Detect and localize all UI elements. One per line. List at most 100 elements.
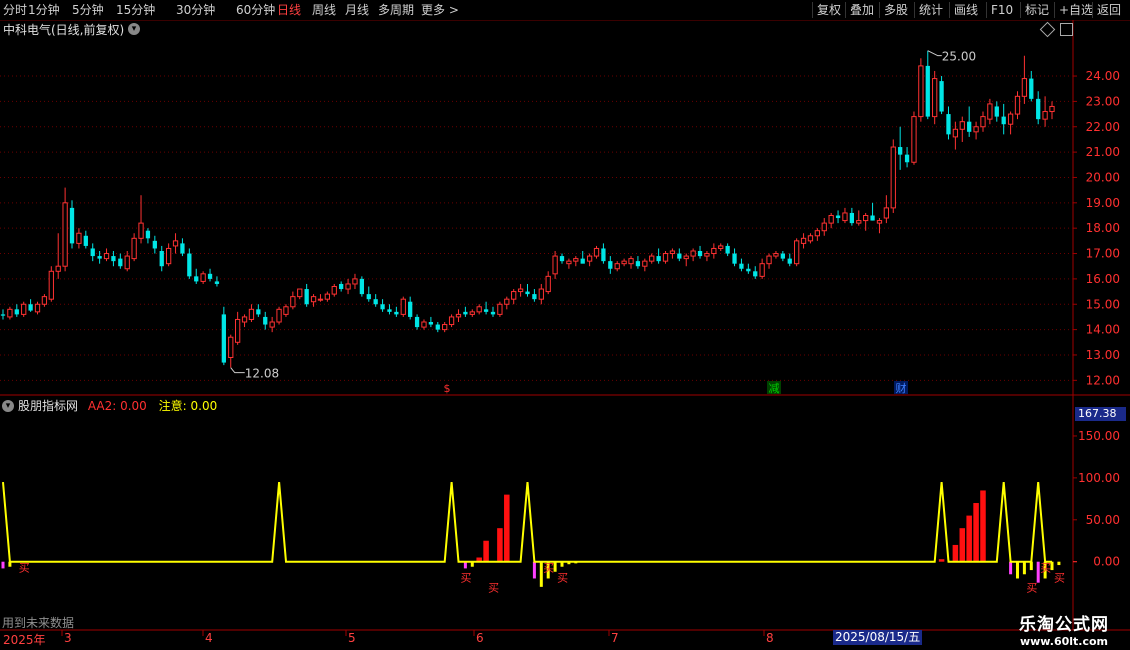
candle-body	[807, 235, 814, 242]
candle-body	[159, 251, 164, 267]
candle-body	[545, 275, 551, 293]
candle-body	[394, 311, 399, 315]
candle-body	[677, 253, 682, 259]
candle-body	[0, 314, 6, 316]
candle-body	[366, 294, 371, 300]
candle-body	[552, 255, 558, 275]
neg-bar	[1015, 561, 1019, 579]
candle-body	[7, 308, 13, 318]
buy-label: 买	[543, 562, 554, 575]
candle-body	[911, 116, 917, 163]
candle-body	[946, 114, 951, 135]
candle-body	[331, 286, 337, 295]
candle-body	[842, 212, 848, 222]
indicator-tick-label: 0.00	[1093, 555, 1120, 569]
price-tick-label: 16.00	[1086, 272, 1120, 286]
candle-body	[876, 220, 883, 224]
candle-body	[525, 291, 530, 295]
candle-body	[1029, 78, 1034, 99]
candle-body	[870, 215, 875, 221]
candle-body	[172, 240, 179, 247]
candle-body	[898, 147, 903, 155]
candle-body	[711, 247, 717, 255]
candle-body	[814, 230, 820, 237]
candle-body	[559, 256, 565, 262]
candle-body	[794, 240, 800, 265]
candle-body	[642, 260, 648, 267]
indicator-name[interactable]: 股朋指标网	[18, 399, 78, 413]
buy-label: 买	[1040, 562, 1051, 575]
candle-body	[621, 260, 627, 265]
candle-body	[925, 65, 930, 117]
candle-body	[586, 255, 593, 262]
date-axis-label: 4	[205, 631, 213, 645]
candle-body	[690, 250, 696, 257]
candle-body	[580, 258, 585, 264]
aa2-bar	[938, 559, 945, 562]
candle-body	[297, 288, 303, 298]
price-tick-label: 21.00	[1086, 145, 1120, 159]
price-tick-label: 15.00	[1086, 297, 1120, 311]
candle-body	[517, 288, 524, 293]
candle-body	[939, 81, 944, 112]
candle-body	[256, 309, 261, 315]
aa2-bar	[980, 490, 986, 562]
candle-body	[849, 212, 855, 224]
candle-body	[497, 303, 503, 315]
candle-body	[304, 289, 309, 305]
candle-body	[442, 324, 448, 331]
candle-body	[704, 253, 710, 257]
candle-body	[428, 322, 434, 325]
panel-toggle-icon[interactable]	[1060, 23, 1073, 36]
candle-body	[787, 258, 792, 264]
candle-body	[414, 316, 420, 328]
event-marker: $	[444, 382, 451, 395]
low-price-label: 12.08	[245, 367, 279, 381]
date-axis: 2025年 3 4 5 6 7 8	[0, 630, 1130, 650]
candle-body	[124, 255, 130, 270]
indicator-tick-label: 50.00	[1086, 513, 1120, 527]
candle-body	[76, 232, 82, 244]
chevron-down-icon[interactable]: ▾	[2, 400, 14, 412]
candle-body	[207, 273, 213, 279]
candle-body	[656, 256, 661, 262]
candle-body	[1001, 116, 1006, 125]
candle-body	[601, 248, 606, 262]
chart-canvas[interactable]: 25.0012.08$减财 买买买买买买买买买 12.0013.0014.001…	[0, 0, 1130, 650]
candle-body	[263, 316, 268, 325]
buy-label: 买	[1026, 582, 1037, 595]
event-marker: 减	[769, 382, 780, 395]
candle-body	[276, 308, 282, 323]
aa2-bar	[966, 515, 972, 562]
candle-body	[669, 250, 676, 255]
candle-body	[111, 256, 116, 262]
aa2-value: AA2: 0.00	[87, 399, 147, 413]
candle-body	[483, 309, 489, 312]
candle-body	[780, 253, 785, 259]
candle-body	[317, 298, 324, 301]
candle-body	[48, 270, 54, 300]
candle-body	[373, 299, 378, 305]
candle-body	[187, 253, 192, 277]
aa2-bar	[483, 540, 489, 562]
price-tick-label: 22.00	[1086, 120, 1120, 134]
candle-body	[90, 248, 95, 257]
candle-body	[180, 243, 185, 254]
candle-body	[14, 309, 19, 315]
candle-body	[608, 261, 613, 269]
price-tick-label: 19.00	[1086, 196, 1120, 210]
candle-body	[214, 281, 220, 284]
event-marker: 财	[896, 381, 907, 395]
candle-body	[746, 268, 751, 272]
candle-body	[138, 222, 144, 239]
neg-bar	[532, 561, 536, 579]
price-tick-label: 18.00	[1086, 221, 1120, 235]
candle-body	[973, 126, 979, 133]
candle-body	[421, 321, 427, 328]
date-axis-label: 6	[476, 631, 484, 645]
candle-body	[800, 237, 807, 244]
candle-body	[62, 202, 68, 267]
price-tick-label: 14.00	[1086, 323, 1120, 337]
candle-body	[152, 240, 157, 249]
candle-body	[310, 296, 317, 303]
